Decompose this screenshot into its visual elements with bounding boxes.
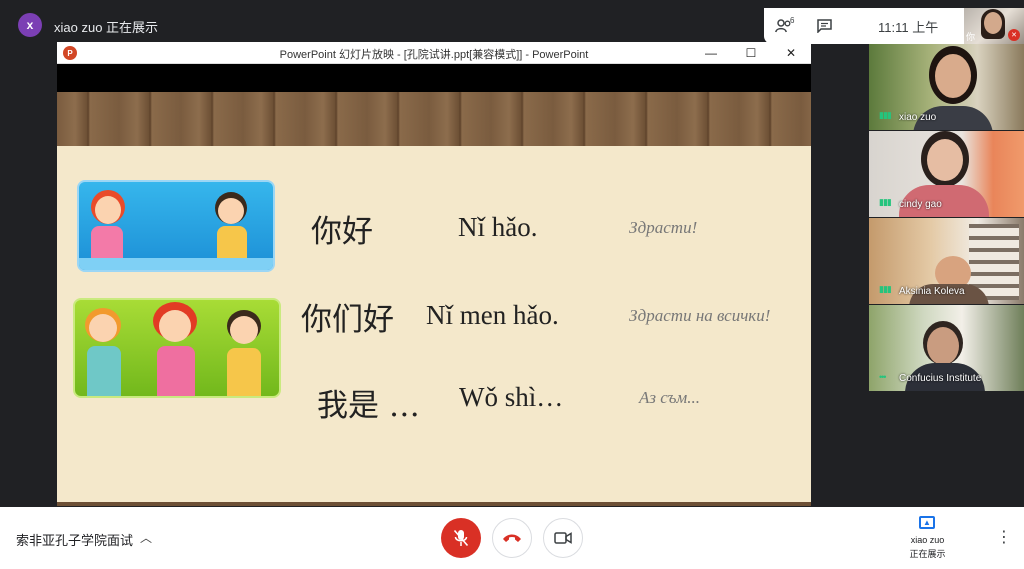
clock-time: 11:11 上午 — [878, 19, 939, 35]
maximize-button[interactable]: ☐ — [731, 42, 771, 64]
phrase-russian: Аз съм... — [639, 388, 701, 407]
participant-face — [927, 139, 963, 181]
speaking-indicator-icon: ▮▮▮ — [879, 284, 892, 294]
phrase-pinyin: Nǐ men hǎo. — [426, 300, 559, 330]
phrase-pinyin: Wǒ shì… — [459, 382, 564, 412]
hang-up-icon — [503, 534, 521, 542]
kid-body — [157, 346, 195, 396]
greeting-kids-picture — [77, 180, 275, 272]
leave-call-button[interactable] — [492, 518, 532, 558]
speaking-indicator-icon: ▮▮▮ — [879, 110, 892, 120]
participant-name: Confucius Institute — [899, 373, 982, 384]
meeting-name: 索非亚孔子学院面试 — [16, 533, 134, 548]
top-bar: x xiao zuo 正在展示 6 11:11 上午 你 ✕ — [0, 0, 1024, 44]
slide-letterbox — [57, 64, 811, 92]
kid-body — [227, 348, 261, 396]
meeting-details-chevron-up-icon[interactable]: ︿ — [140, 529, 152, 546]
participant-tile[interactable]: ▮▮▮ xiao zuo — [869, 44, 1024, 130]
phrase-pinyin: Nǐ hǎo. — [458, 212, 538, 242]
mic-off-icon: ✕ — [1008, 29, 1020, 41]
participant-tile[interactable]: ▮▮▮ Aksinia Koleva — [869, 218, 1024, 304]
mic-off-icon — [453, 529, 469, 547]
participant-name: Aksinia Koleva — [899, 286, 965, 297]
participant-face — [927, 327, 959, 365]
presenting-name: xiao zuo — [910, 535, 945, 545]
phrase-russian: Здрасти на всички! — [629, 306, 771, 325]
participant-tile[interactable]: ••• Confucius Institute — [869, 305, 1024, 391]
meet-window: x xiao zuo 正在展示 6 11:11 上午 你 ✕ P PowerPo… — [0, 0, 1024, 569]
more-options-icon[interactable]: ⋮ — [996, 527, 1012, 547]
kid-face — [230, 316, 258, 344]
close-button[interactable]: ✕ — [771, 42, 811, 64]
self-video-tile[interactable]: 你 ✕ — [964, 8, 1024, 44]
picture-ground — [79, 258, 273, 270]
minimize-button[interactable]: — — [691, 42, 731, 64]
participant-face — [935, 54, 971, 98]
participant-name: cindy gao — [899, 199, 942, 210]
presenter-avatar: x — [18, 13, 42, 37]
presentation-window: P PowerPoint 幻灯片放映 - [孔院试讲.ppt[兼容模式]] - … — [57, 42, 811, 506]
bottom-control-bar: 索非亚孔子学院面试 ︿ ▲ xiao zuo 正在展示 ⋮ — [0, 507, 1024, 569]
wood-header-texture — [57, 92, 811, 146]
ppt-titlebar: P PowerPoint 幻灯片放映 - [孔院试讲.ppt[兼容模式]] - … — [57, 42, 811, 64]
camera-icon — [554, 532, 572, 544]
phrase-russian: Здрасти! — [629, 218, 698, 237]
presenter-status-text: xiao zuo 正在展示 — [54, 20, 159, 35]
microphone-toggle-button[interactable] — [441, 518, 481, 558]
slide-content: 你好 Nǐ hǎo. Здрасти! 你们好 Nǐ men hǎo. Здра… — [57, 146, 811, 506]
waving-kids-picture — [73, 298, 281, 398]
kid-face — [218, 198, 244, 224]
presenting-status: 正在展示 — [909, 549, 946, 559]
speaking-indicator-icon: ▮▮▮ — [879, 197, 892, 207]
self-face — [984, 12, 1002, 34]
meeting-info-card: 6 11:11 上午 — [764, 8, 964, 44]
kid-body — [87, 346, 121, 396]
kid-face — [89, 314, 117, 342]
camera-toggle-button[interactable] — [543, 518, 583, 558]
present-screen-icon: ▲ — [919, 516, 935, 529]
participant-tile[interactable]: ▮▮▮ cindy gao — [869, 131, 1024, 217]
participant-name: xiao zuo — [899, 112, 937, 123]
people-button[interactable]: 6 — [764, 8, 804, 44]
phrase-hanzi: 你们好 — [301, 302, 394, 338]
kid-face — [159, 310, 191, 342]
chat-button[interactable] — [804, 8, 844, 44]
phrase-hanzi: 你好 — [311, 214, 373, 250]
self-label: 你 — [966, 32, 976, 42]
phrase-hanzi: 我是 … — [317, 388, 420, 424]
chat-icon — [816, 19, 832, 33]
speaking-indicator-icon: ••• — [879, 372, 887, 382]
kid-face — [95, 196, 121, 224]
wood-footer-texture — [57, 502, 811, 506]
participant-count: 6 — [790, 16, 795, 25]
